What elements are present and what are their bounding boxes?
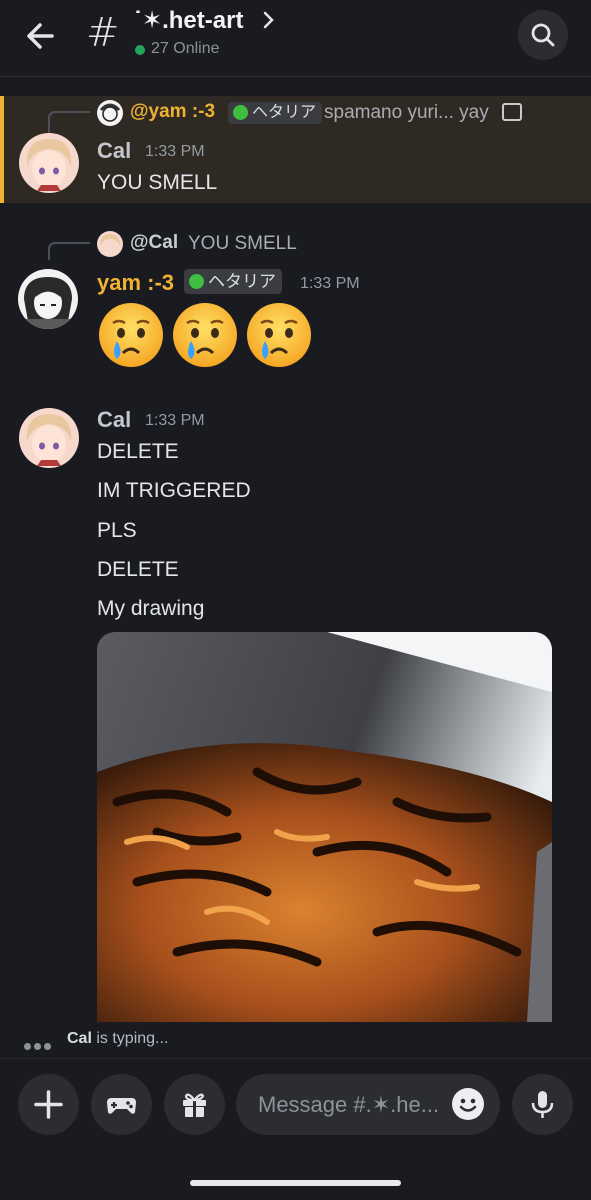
search-button[interactable]	[518, 10, 568, 60]
reply-author-name[interactable]: @Cal	[130, 232, 178, 254]
reply-avatar	[97, 231, 123, 257]
search-icon	[531, 23, 555, 47]
gamepad-icon	[107, 1098, 136, 1114]
crying-face-emoji[interactable]	[245, 301, 313, 369]
back-arrow-icon	[27, 23, 54, 49]
home-indicator[interactable]	[190, 1180, 401, 1186]
chevron-right-icon[interactable]	[262, 10, 276, 30]
message-text: DELETE	[97, 440, 179, 463]
reply-avatar	[97, 100, 123, 126]
timestamp: 1:33 PM	[300, 275, 360, 292]
attached-photo[interactable]	[97, 632, 552, 1022]
reply-connector	[48, 242, 90, 260]
typing-user: Cal	[67, 1030, 92, 1047]
voice-message-button[interactable]	[512, 1074, 573, 1135]
crying-face-emoji[interactable]	[97, 301, 165, 369]
message-text: DELETE	[97, 558, 179, 581]
role-tag-text: ヘタリア	[252, 104, 317, 121]
online-count: 27 Online	[151, 40, 220, 57]
author-name[interactable]: Cal	[97, 138, 131, 164]
author-name[interactable]: yam :-3	[97, 270, 174, 296]
skull-icon	[189, 274, 204, 289]
plus-icon	[34, 1090, 63, 1119]
hash-icon: #	[86, 10, 120, 56]
reply-connector	[48, 111, 90, 133]
online-indicator	[135, 45, 145, 55]
message-text: My drawing	[97, 597, 205, 620]
avatar[interactable]	[18, 269, 78, 329]
channel-header: # ˙✶.het-art 27 Online	[0, 0, 591, 77]
microphone-icon	[531, 1091, 554, 1118]
message-text: YOU SMELL	[97, 171, 218, 194]
author-name[interactable]: Cal	[97, 407, 131, 433]
typing-text: is typing...	[91, 1030, 169, 1047]
message-text: PLS	[97, 519, 137, 542]
avatar[interactable]	[19, 133, 79, 193]
reply-preview[interactable]: YOU SMELL	[188, 233, 297, 255]
skull-icon	[233, 105, 248, 120]
timestamp: 1:33 PM	[145, 412, 205, 429]
gift-icon	[183, 1093, 206, 1117]
role-tag-text: ヘタリア	[208, 272, 276, 291]
image-icon	[502, 103, 522, 121]
typing-indicator-dots	[24, 1037, 54, 1055]
channel-name[interactable]: ˙✶.het-art	[134, 6, 243, 35]
crying-face-emoji[interactable]	[171, 301, 239, 369]
role-tag: ヘタリア	[184, 269, 282, 294]
activities-button[interactable]	[91, 1074, 152, 1135]
reply-preview[interactable]: spamano yuri... yay	[324, 102, 489, 124]
reply-author-name[interactable]: @yam :-3	[130, 101, 215, 123]
smile-icon[interactable]	[452, 1088, 484, 1120]
gift-button[interactable]	[164, 1074, 225, 1135]
back-button[interactable]	[22, 16, 62, 56]
timestamp: 1:33 PM	[145, 143, 205, 160]
typing-indicator: Cal is typing...	[67, 1030, 168, 1048]
role-tag: ヘタリア	[228, 102, 323, 124]
avatar[interactable]	[19, 408, 79, 468]
add-attachment-button[interactable]	[18, 1074, 79, 1135]
message-text: IM TRIGGERED	[97, 479, 251, 502]
